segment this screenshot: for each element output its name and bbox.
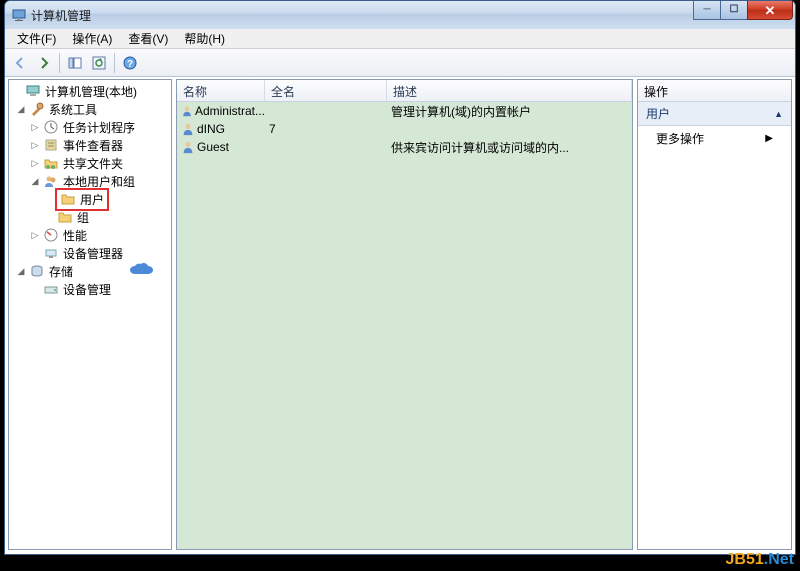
- tree-performance[interactable]: ▷ 性能: [9, 226, 171, 244]
- folder-icon: [57, 209, 73, 225]
- disk-icon: [43, 281, 59, 297]
- close-button[interactable]: ✕: [747, 1, 793, 20]
- toolbar: ?: [5, 49, 795, 77]
- column-name[interactable]: 名称: [177, 80, 265, 101]
- computer-icon: [25, 83, 41, 99]
- minimize-button[interactable]: ─: [693, 1, 721, 20]
- expander-icon[interactable]: [11, 85, 23, 97]
- show-hide-button[interactable]: [64, 52, 86, 74]
- performance-icon: [43, 227, 59, 243]
- tree-view[interactable]: 计算机管理(本地) ◢ 系统工具 ▷ 任务计划程序 ▷ 事件查看器: [9, 80, 171, 300]
- window-title: 计算机管理: [31, 7, 91, 24]
- expander-open-icon[interactable]: ◢: [29, 175, 41, 187]
- column-fullname[interactable]: 全名: [265, 80, 387, 101]
- tree-root[interactable]: 计算机管理(本地): [9, 82, 171, 100]
- computer-management-window: 计算机管理 ─ ☐ ✕ 文件(F) 操作(A) 查看(V) 帮助(H) ? 计算…: [4, 0, 796, 555]
- expander-open-icon[interactable]: ◢: [15, 265, 27, 277]
- shared-folder-icon: [43, 155, 59, 171]
- watermark: JB51.Net: [726, 551, 794, 569]
- tree-task-scheduler[interactable]: ▷ 任务计划程序: [9, 118, 171, 136]
- expander-closed-icon[interactable]: ▷: [29, 139, 41, 151]
- actions-section-users[interactable]: 用户 ▲: [638, 102, 791, 126]
- user-icon: [181, 104, 193, 118]
- tree-disk-management[interactable]: 设备管理: [9, 280, 171, 298]
- storage-icon: [29, 263, 45, 279]
- tree-groups[interactable]: 组: [9, 208, 171, 226]
- back-button[interactable]: [9, 52, 31, 74]
- tree-sys-tools[interactable]: ◢ 系统工具: [9, 100, 171, 118]
- column-description[interactable]: 描述: [387, 80, 632, 101]
- app-icon: [11, 7, 27, 23]
- collapse-icon: ▲: [774, 109, 783, 119]
- list-row[interactable]: Administrat... 管理计算机(域)的内置帐户: [177, 102, 632, 120]
- expander-open-icon[interactable]: ◢: [15, 103, 27, 115]
- titlebar[interactable]: 计算机管理 ─ ☐ ✕: [5, 1, 795, 29]
- toolbar-separator: [59, 53, 60, 73]
- list-row[interactable]: dING 7: [177, 120, 632, 138]
- user-icon: [181, 140, 195, 154]
- tree-device-manager[interactable]: 设备管理器: [9, 244, 171, 262]
- submenu-icon: ▶: [765, 133, 773, 144]
- list-body[interactable]: Administrat... 管理计算机(域)的内置帐户 dING 7 Gues…: [177, 102, 632, 156]
- expander-closed-icon[interactable]: ▷: [29, 229, 41, 241]
- device-icon: [43, 245, 59, 261]
- list-panel: 名称 全名 描述 Administrat... 管理计算机(域)的内置帐户 dI…: [176, 79, 633, 550]
- toolbar-separator: [114, 53, 115, 73]
- forward-button[interactable]: [33, 52, 55, 74]
- actions-header: 操作: [638, 80, 791, 102]
- tree-shared-folders[interactable]: ▷ 共享文件夹: [9, 154, 171, 172]
- clock-icon: [43, 119, 59, 135]
- expander-closed-icon[interactable]: ▷: [29, 121, 41, 133]
- folder-icon: [60, 191, 76, 207]
- refresh-button[interactable]: [88, 52, 110, 74]
- list-row[interactable]: Guest 供来宾访问计算机或访问域的内...: [177, 138, 632, 156]
- menu-bar: 文件(F) 操作(A) 查看(V) 帮助(H): [5, 29, 795, 49]
- tools-icon: [29, 101, 45, 117]
- cloud-icon: [129, 263, 157, 280]
- help-button[interactable]: ?: [119, 52, 141, 74]
- event-icon: [43, 137, 59, 153]
- user-icon: [181, 122, 195, 136]
- list-header: 名称 全名 描述: [177, 80, 632, 102]
- actions-panel: 操作 用户 ▲ 更多操作 ▶: [637, 79, 792, 550]
- menu-action[interactable]: 操作(A): [64, 28, 120, 49]
- tree-event-viewer[interactable]: ▷ 事件查看器: [9, 136, 171, 154]
- tree-panel: 计算机管理(本地) ◢ 系统工具 ▷ 任务计划程序 ▷ 事件查看器: [8, 79, 172, 550]
- content-area: 计算机管理(本地) ◢ 系统工具 ▷ 任务计划程序 ▷ 事件查看器: [8, 79, 792, 550]
- maximize-button[interactable]: ☐: [720, 1, 748, 20]
- tree-storage[interactable]: ◢ 存储: [9, 262, 171, 280]
- window-controls: ─ ☐ ✕: [694, 1, 793, 20]
- expander-closed-icon[interactable]: ▷: [29, 157, 41, 169]
- menu-view[interactable]: 查看(V): [120, 28, 176, 49]
- menu-help[interactable]: 帮助(H): [176, 28, 233, 49]
- svg-text:?: ?: [127, 59, 133, 70]
- actions-more[interactable]: 更多操作 ▶: [638, 126, 791, 151]
- menu-file[interactable]: 文件(F): [9, 28, 64, 49]
- tree-users[interactable]: 用户: [9, 190, 171, 208]
